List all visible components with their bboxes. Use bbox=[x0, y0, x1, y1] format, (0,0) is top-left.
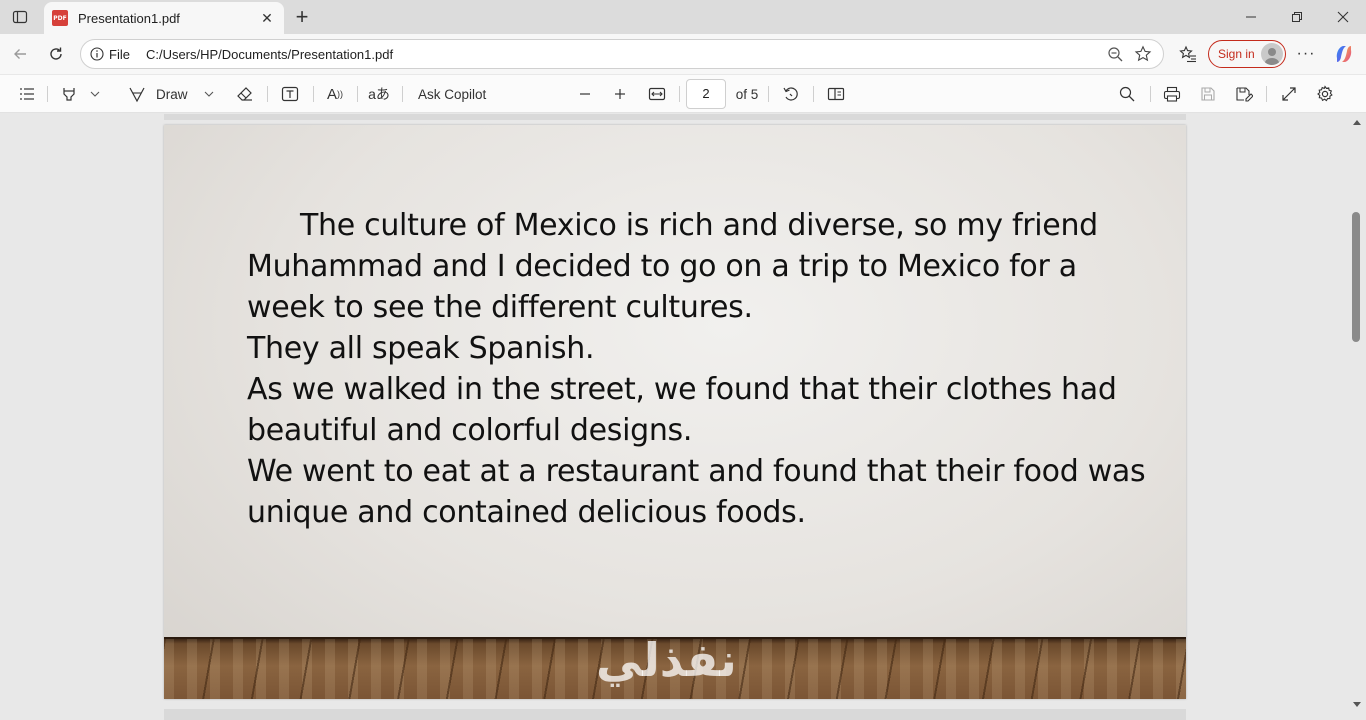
watermark-logo: نفذلي bbox=[596, 633, 737, 687]
zoom-out-icon[interactable] bbox=[1101, 40, 1129, 68]
vertical-scrollbar[interactable] bbox=[1348, 114, 1366, 720]
save-as-icon[interactable] bbox=[1231, 81, 1257, 107]
favorites-icon[interactable] bbox=[1174, 40, 1202, 68]
toolbar-divider bbox=[313, 86, 314, 102]
scroll-up-arrow-icon[interactable] bbox=[1353, 120, 1361, 125]
contents-list-icon[interactable] bbox=[14, 81, 40, 107]
tab-title: Presentation1.pdf bbox=[78, 10, 180, 26]
pdf-page-slide: The culture of Mexico is rich and divers… bbox=[164, 125, 1186, 699]
fit-to-width-icon[interactable] bbox=[644, 81, 670, 107]
slide-line: The culture of Mexico is rich and divers… bbox=[300, 208, 1098, 243]
address-bar-row: File C:/Users/HP/Documents/Presentation1… bbox=[0, 34, 1366, 74]
pdf-toolbar: Draw A)) aあ Ask Copilot 2 of 5 bbox=[0, 75, 1366, 113]
eraser-icon[interactable] bbox=[232, 81, 258, 107]
toolbar-divider bbox=[679, 86, 680, 102]
copilot-icon[interactable] bbox=[1330, 40, 1358, 68]
save-icon[interactable] bbox=[1195, 81, 1221, 107]
pdf-viewer-area: The culture of Mexico is rich and divers… bbox=[0, 114, 1366, 720]
ask-copilot-button[interactable]: Ask Copilot bbox=[418, 81, 498, 107]
avatar-icon bbox=[1261, 43, 1283, 65]
slide-line: unique and contained delicious foods. bbox=[247, 495, 806, 530]
slide-line: We went to eat at a restaurant and found… bbox=[247, 454, 1146, 489]
read-aloud-icon[interactable]: A)) bbox=[322, 81, 348, 107]
address-bar[interactable]: File C:/Users/HP/Documents/Presentation1… bbox=[80, 39, 1164, 69]
site-info-icon[interactable] bbox=[89, 46, 105, 62]
scroll-down-arrow-icon[interactable] bbox=[1353, 702, 1361, 707]
rotate-icon[interactable] bbox=[778, 81, 804, 107]
url-text[interactable]: C:/Users/HP/Documents/Presentation1.pdf bbox=[146, 47, 1101, 62]
toolbar-divider bbox=[267, 86, 268, 102]
tab-strip: PDF Presentation1.pdf ✕ + bbox=[0, 0, 1366, 34]
find-search-icon[interactable] bbox=[1114, 81, 1140, 107]
fullscreen-expand-icon[interactable] bbox=[1276, 81, 1302, 107]
favorite-star-icon[interactable] bbox=[1129, 40, 1157, 68]
toolbar-divider bbox=[357, 86, 358, 102]
page-count-label: of 5 bbox=[735, 86, 759, 102]
toolbar-divider bbox=[402, 86, 403, 102]
add-text-icon[interactable] bbox=[277, 81, 303, 107]
browser-tab[interactable]: PDF Presentation1.pdf ✕ bbox=[44, 2, 284, 34]
toolbar-divider bbox=[813, 86, 814, 102]
page-number-input[interactable]: 2 bbox=[686, 79, 726, 109]
tab-actions-icon[interactable] bbox=[8, 5, 32, 29]
minimize-icon[interactable] bbox=[1228, 0, 1274, 34]
zoom-in-plus-icon[interactable] bbox=[607, 81, 633, 107]
previous-page-edge bbox=[164, 114, 1186, 120]
zoom-out-minus-icon[interactable] bbox=[572, 81, 598, 107]
restore-icon[interactable] bbox=[1274, 0, 1320, 34]
scroll-thumb[interactable] bbox=[1352, 212, 1360, 342]
slide-text: The culture of Mexico is rich and divers… bbox=[247, 205, 1147, 533]
draw-pen-icon[interactable] bbox=[124, 81, 150, 107]
sign-in-button[interactable]: Sign in bbox=[1208, 40, 1286, 68]
slide-line: beautiful and colorful designs. bbox=[247, 413, 693, 448]
highlight-options-chevron-down-icon[interactable] bbox=[86, 81, 104, 107]
sign-in-label: Sign in bbox=[1218, 47, 1255, 61]
refresh-icon[interactable] bbox=[42, 40, 70, 68]
slide-line: week to see the different cultures. bbox=[247, 290, 753, 325]
settings-gear-icon[interactable] bbox=[1312, 81, 1338, 107]
pdf-file-icon: PDF bbox=[52, 10, 68, 26]
toolbar-divider bbox=[1150, 86, 1151, 102]
next-page-edge bbox=[164, 709, 1186, 720]
close-window-icon[interactable] bbox=[1320, 0, 1366, 34]
page-view-icon[interactable] bbox=[823, 81, 849, 107]
toolbar-divider bbox=[47, 86, 48, 102]
draw-label[interactable]: Draw bbox=[156, 81, 192, 107]
slide-line: As we walked in the street, we found tha… bbox=[247, 372, 1117, 407]
highlight-icon[interactable] bbox=[56, 81, 82, 107]
slide-line: They all speak Spanish. bbox=[247, 331, 595, 366]
slide-line: Muhammad and I decided to go on a trip t… bbox=[247, 249, 1077, 284]
scheme-label: File bbox=[109, 46, 130, 62]
print-icon[interactable] bbox=[1159, 81, 1185, 107]
more-menu-icon[interactable]: ··· bbox=[1292, 40, 1320, 68]
new-tab-icon[interactable]: + bbox=[290, 4, 314, 29]
back-icon[interactable] bbox=[6, 40, 34, 68]
toolbar-divider bbox=[1266, 86, 1267, 102]
translate-icon[interactable]: aあ bbox=[366, 81, 392, 107]
toolbar-divider bbox=[768, 86, 769, 102]
close-tab-icon[interactable]: ✕ bbox=[258, 9, 276, 27]
draw-options-chevron-down-icon[interactable] bbox=[200, 81, 218, 107]
